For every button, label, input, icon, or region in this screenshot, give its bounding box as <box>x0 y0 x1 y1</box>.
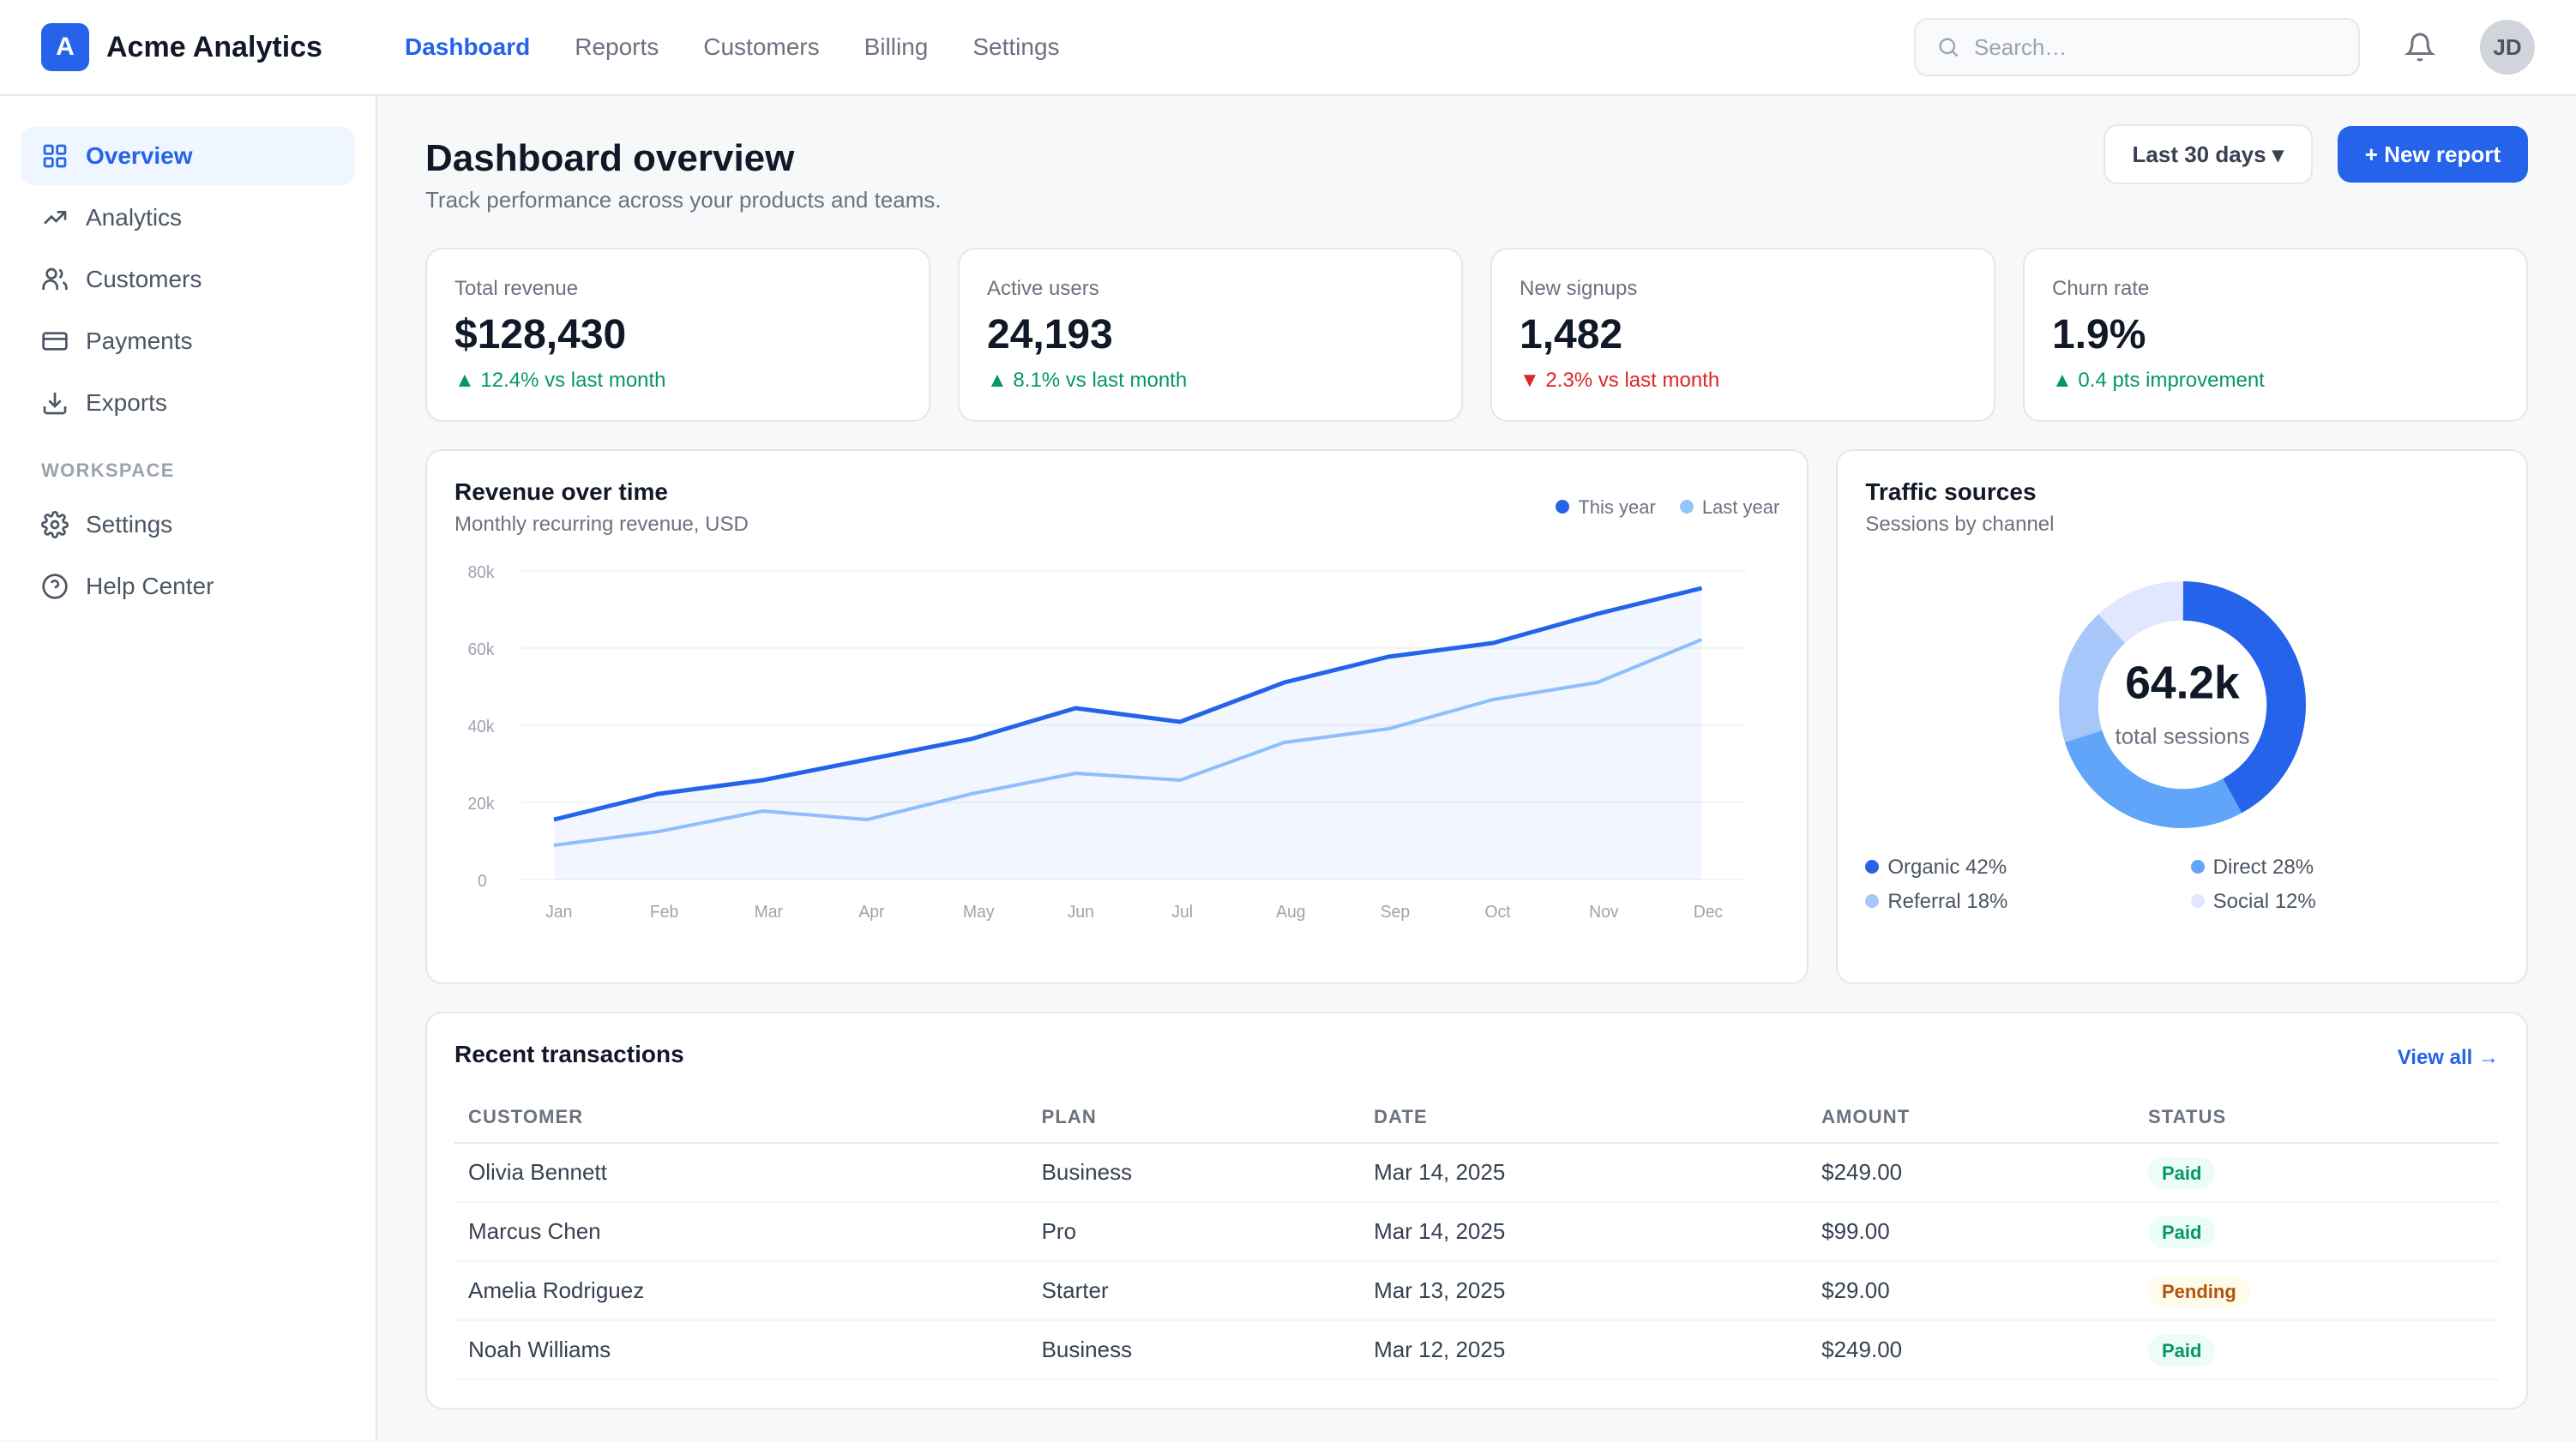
svg-text:Oct: Oct <box>1484 903 1511 922</box>
svg-text:total sessions: total sessions <box>2115 725 2249 749</box>
svg-text:Sep: Sep <box>1381 903 1410 922</box>
svg-text:64.2k: 64.2k <box>2125 658 2240 708</box>
svg-text:0: 0 <box>478 872 487 891</box>
svg-text:40k: 40k <box>467 718 494 736</box>
svg-text:60k: 60k <box>467 640 494 659</box>
svg-text:Dec: Dec <box>1694 903 1724 922</box>
svg-text:May: May <box>963 903 995 922</box>
svg-text:Jan: Jan <box>545 903 572 922</box>
svg-text:Aug: Aug <box>1276 903 1305 922</box>
svg-text:80k: 80k <box>467 563 494 582</box>
svg-text:Feb: Feb <box>650 903 678 922</box>
svg-text:Jun: Jun <box>1068 903 1094 922</box>
svg-text:Apr: Apr <box>858 903 884 922</box>
svg-text:Nov: Nov <box>1589 903 1619 922</box>
svg-text:20k: 20k <box>467 795 494 814</box>
svg-text:Mar: Mar <box>755 903 784 922</box>
svg-text:Jul: Jul <box>1171 903 1193 922</box>
